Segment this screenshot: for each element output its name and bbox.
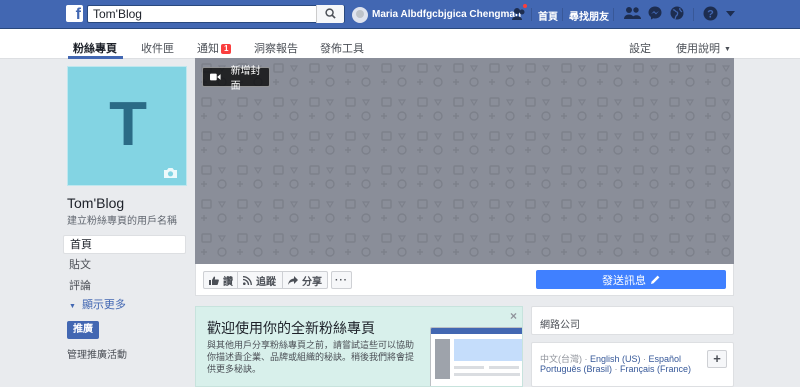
share-arrow-icon xyxy=(288,275,298,285)
tab-insights[interactable]: 洞察報告 xyxy=(254,40,298,56)
tab-page[interactable]: 粉絲專頁 xyxy=(73,40,117,56)
notification-dot xyxy=(522,3,528,9)
chevron-down-icon: ▼ xyxy=(724,46,731,53)
video-camera-icon xyxy=(210,73,221,81)
current-language: 中文(台灣) xyxy=(540,354,582,364)
user-name: Maria Albdfgcbjgica Chengman xyxy=(372,9,522,20)
facebook-logo[interactable]: f xyxy=(66,5,83,22)
language-separator: · xyxy=(612,364,621,374)
pencil-icon xyxy=(651,275,660,284)
find-friends-link[interactable]: 尋找朋友 xyxy=(569,8,609,23)
language-box: 中文(台灣) · English (US) · Español Portuguê… xyxy=(531,342,734,387)
chevron-down-icon: ▼ xyxy=(69,303,76,310)
messenger-icon[interactable] xyxy=(648,6,662,20)
left-nav-posts[interactable]: 貼文 xyxy=(63,256,186,275)
home-link[interactable]: 首頁 xyxy=(538,8,558,23)
welcome-panel: 歡迎使用你的全新粉絲專頁 與其他用戶分享粉絲專頁之前，請嘗試這些可以協助你描述貴… xyxy=(195,306,523,387)
tab-notifications[interactable]: 通知 1 xyxy=(197,40,232,56)
cover-photo xyxy=(195,58,734,264)
nav-divider xyxy=(531,8,532,21)
page-action-bar: 讚 追蹤 分享 ··· 發送訊息 xyxy=(195,264,734,296)
account-menu-caret-icon[interactable] xyxy=(726,11,735,17)
add-cover-button[interactable]: 新增封面 xyxy=(202,66,270,92)
add-cover-label: 新增封面 xyxy=(230,66,261,92)
svg-text:?: ? xyxy=(707,9,714,21)
promote-button[interactable]: 推廣 xyxy=(67,321,99,339)
search-box xyxy=(87,5,345,23)
page-preview-illustration xyxy=(430,327,522,386)
illustration-sidebar xyxy=(435,339,450,379)
active-tab-indicator xyxy=(68,56,123,59)
manage-promotions-link[interactable]: 管理推廣活動 xyxy=(67,346,127,361)
illustration-line xyxy=(454,373,520,376)
cover-pattern xyxy=(195,58,734,264)
profile-link[interactable]: Maria Albdfgcbjgica Chengman xyxy=(352,6,521,23)
language-link-spanish[interactable]: Español xyxy=(649,354,682,364)
rss-icon xyxy=(243,275,252,285)
follow-button[interactable]: 追蹤 xyxy=(237,271,283,289)
notification-badge: 1 xyxy=(221,44,232,54)
language-separator: · xyxy=(640,354,649,364)
tab-publishing-tools[interactable]: 發佈工具 xyxy=(320,40,364,56)
illustration-line xyxy=(454,366,484,369)
profile-letter: T xyxy=(109,90,147,159)
thumbs-up-icon xyxy=(209,276,219,285)
illustration-line xyxy=(489,366,519,369)
nav-divider xyxy=(613,8,614,21)
profile-picture[interactable]: T xyxy=(67,66,187,186)
share-label: 分享 xyxy=(302,276,322,288)
follow-label: 追蹤 xyxy=(256,276,276,288)
language-link-french[interactable]: Français (France) xyxy=(620,364,691,374)
search-button[interactable] xyxy=(316,5,344,23)
avatar xyxy=(352,6,368,23)
nav-divider xyxy=(693,8,694,21)
send-message-button[interactable]: 發送訊息 xyxy=(536,270,726,289)
help-menu[interactable]: 使用說明 ▼ xyxy=(676,40,731,56)
like-label: 讚 xyxy=(223,276,233,288)
page-name[interactable]: Tom'Blog xyxy=(67,195,124,211)
language-link-english[interactable]: English (US) xyxy=(590,354,641,364)
illustration-cover xyxy=(454,339,522,361)
tab-inbox[interactable]: 收件匣 xyxy=(141,40,174,56)
category-box: 網路公司 xyxy=(531,306,734,335)
show-more-label: 顯示更多 xyxy=(81,299,126,311)
camera-icon[interactable] xyxy=(163,167,178,179)
more-languages-button[interactable]: + xyxy=(707,350,727,368)
page-tabs-bar: 粉絲專頁 收件匣 通知 1 洞察報告 發佈工具 設定 使用說明 ▼ xyxy=(0,29,800,59)
help-icon[interactable]: ? xyxy=(703,6,718,21)
search-input[interactable] xyxy=(88,6,314,22)
show-more-link[interactable]: ▼ 顯示更多 xyxy=(63,296,186,315)
top-navigation-bar: f Maria Albdfgcbjgica Chengman 首頁 尋找朋友 ? xyxy=(0,0,800,29)
tab-notifications-label: 通知 xyxy=(197,43,219,55)
welcome-text: 與其他用戶分享粉絲專頁之前，請嘗試這些可以協助你描述貴企業、品牌或組織的秘訣。稍… xyxy=(207,340,415,374)
page-category[interactable]: 網路公司 xyxy=(540,316,580,331)
share-button[interactable]: 分享 xyxy=(282,271,328,289)
nav-divider xyxy=(562,8,563,21)
left-nav-home[interactable]: 首頁 xyxy=(63,235,186,254)
friend-requests-icon[interactable] xyxy=(624,6,641,20)
language-line: Português (Brasil) · Français (France) xyxy=(540,364,691,374)
create-username-link[interactable]: 建立粉絲專頁的用戶名稱 xyxy=(67,212,177,227)
help-menu-label: 使用說明 xyxy=(676,43,720,55)
search-icon xyxy=(325,8,336,19)
like-button[interactable]: 讚 xyxy=(203,271,238,289)
language-separator: · xyxy=(582,354,590,364)
globe-icon[interactable] xyxy=(670,6,684,20)
close-icon[interactable]: × xyxy=(510,309,517,323)
left-nav-reviews[interactable]: 評論 xyxy=(63,277,186,296)
language-link-portuguese[interactable]: Português (Brasil) xyxy=(540,364,612,374)
send-message-label: 發送訊息 xyxy=(602,274,646,287)
tab-settings[interactable]: 設定 xyxy=(629,40,651,56)
welcome-title: 歡迎使用你的全新粉絲專頁 xyxy=(207,320,375,336)
more-options-button[interactable]: ··· xyxy=(331,271,352,289)
illustration-header xyxy=(431,328,522,334)
